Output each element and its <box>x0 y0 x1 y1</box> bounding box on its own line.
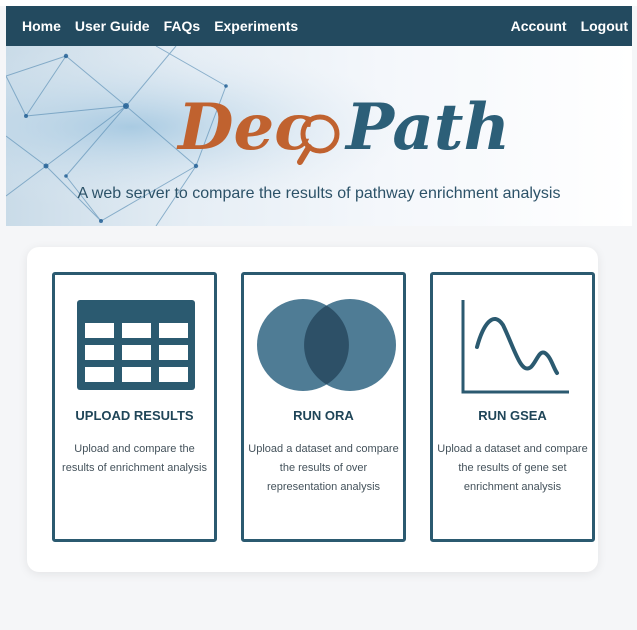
card-description: Upload and compare the results of enrich… <box>62 443 207 474</box>
navbar: Home User Guide FAQs Experiments Account… <box>6 6 632 46</box>
line-chart-icon <box>461 300 569 394</box>
card-title: RUN GSEA <box>478 408 547 423</box>
nav-left-group: Home User Guide FAQs Experiments <box>22 18 298 34</box>
card-description: Upload a dataset and compare the results… <box>248 443 399 493</box>
nav-right-group: Account Logout <box>511 18 628 34</box>
hero-tagline: A web server to compare the results of p… <box>77 185 561 202</box>
magnifier-icon <box>297 114 340 165</box>
table-icon <box>77 300 195 390</box>
nav-experiments-link[interactable]: Experiments <box>214 18 298 34</box>
nav-home-link[interactable]: Home <box>22 18 61 34</box>
card-title: UPLOAD RESULTS <box>75 408 194 423</box>
upload-results-card[interactable]: UPLOAD RESULTS Upload and compare the re… <box>52 272 217 542</box>
run-ora-card[interactable]: RUN ORA Upload a dataset and compare the… <box>241 272 406 542</box>
nav-faqs-link[interactable]: FAQs <box>164 18 201 34</box>
card-description: Upload a dataset and compare the results… <box>437 443 588 493</box>
card-title: RUN ORA <box>293 408 354 423</box>
logo-text-dec: Dec <box>178 90 314 165</box>
nav-account-link[interactable]: Account <box>511 18 567 34</box>
nav-logout-link[interactable]: Logout <box>581 18 628 34</box>
hero-banner: Dec Path A web server to compare the res… <box>6 46 632 226</box>
decopath-logo: Dec Path <box>172 86 510 170</box>
options-panel: UPLOAD RESULTS Upload and compare the re… <box>27 247 598 572</box>
nav-user-guide-link[interactable]: User Guide <box>75 18 150 34</box>
run-gsea-card[interactable]: RUN GSEA Upload a dataset and compare th… <box>430 272 595 542</box>
logo-text-path: Path <box>346 90 510 165</box>
venn-diagram-icon <box>257 299 396 391</box>
